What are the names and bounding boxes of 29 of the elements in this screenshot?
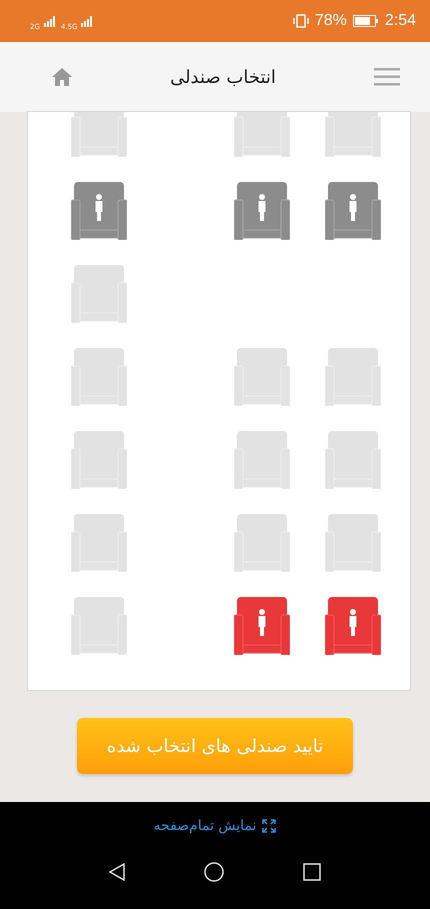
person-icon xyxy=(258,609,266,636)
signal-icon xyxy=(44,16,57,26)
clock: 2:54 xyxy=(384,12,416,30)
person-icon xyxy=(350,194,356,221)
battery-percent: 78% xyxy=(314,12,347,30)
home-nav-button[interactable] xyxy=(204,862,224,882)
menu-button[interactable] xyxy=(374,68,400,86)
back-button[interactable] xyxy=(109,862,126,880)
menu-icon xyxy=(374,68,400,86)
home-icon xyxy=(52,68,72,86)
seat[interactable] xyxy=(325,597,381,655)
vibrate-icon xyxy=(292,14,309,28)
seat[interactable] xyxy=(325,182,381,240)
fullscreen-link[interactable]: نمایش تمام‌صفحه xyxy=(154,818,276,834)
expand-icon xyxy=(262,819,276,833)
back-icon xyxy=(109,862,126,880)
seat[interactable] xyxy=(234,597,290,655)
recents-button[interactable] xyxy=(302,862,321,880)
recents-icon xyxy=(302,862,321,880)
home-circle-icon xyxy=(204,862,224,882)
seat[interactable] xyxy=(234,182,290,240)
battery-icon xyxy=(352,15,379,27)
home-button[interactable] xyxy=(52,68,72,86)
page-title: انتخاب صندلی xyxy=(169,66,277,88)
person-icon xyxy=(258,194,266,221)
person-icon xyxy=(96,194,102,221)
person-icon xyxy=(350,609,356,636)
seat[interactable] xyxy=(71,182,127,240)
signal-icon xyxy=(81,16,94,26)
